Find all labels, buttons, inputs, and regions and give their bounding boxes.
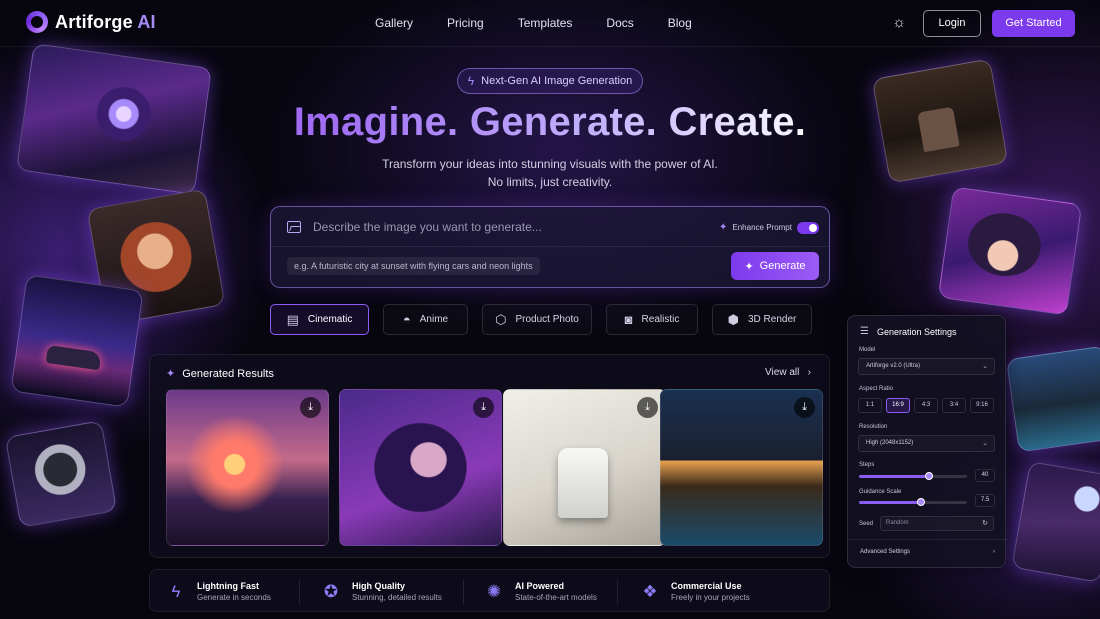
aspect-ratio-4-3[interactable]: 4:3 (914, 398, 938, 413)
login-button[interactable]: Login (923, 10, 981, 37)
hero-badge: ϟ Next-Gen AI Image Generation (457, 68, 643, 94)
license-icon: ❖ (642, 581, 658, 601)
sparkle-icon: ✦ (744, 260, 754, 273)
nav-link-blog[interactable]: Blog (668, 16, 692, 30)
style-chip-anime[interactable]: ◓ Anime (383, 304, 468, 335)
prompt-input[interactable] (313, 218, 673, 236)
feature-divider (617, 580, 618, 604)
get-started-button[interactable]: Get Started (992, 10, 1075, 37)
results-title: ✦ Generated Results (166, 367, 274, 381)
floating-image-house (1005, 345, 1100, 453)
steps-slider-fill (859, 475, 930, 478)
aspect-ratio-3-4[interactable]: 3:4 (942, 398, 966, 413)
hero-subtitle: Transform your ideas into stunning visua… (382, 157, 718, 189)
clapperboard-icon: ▤ (286, 311, 299, 327)
sparkle-icon: ✦ (166, 368, 176, 380)
features-bar: ϟ Lightning Fast Generate in seconds ✪ H… (149, 569, 830, 612)
guidance-slider-handle[interactable] (916, 498, 925, 506)
floating-image-anime-girl (937, 186, 1083, 316)
chevron-right-icon: › (993, 549, 995, 555)
settings-divider (848, 539, 1007, 540)
nav-links: Gallery Pricing Templates Docs Blog (375, 16, 726, 30)
seed-input[interactable]: Random ↻ (880, 516, 994, 531)
style-chip-realistic[interactable]: ◙ Realistic (606, 304, 698, 335)
nav-link-pricing[interactable]: Pricing (447, 16, 484, 30)
steps-value[interactable]: 40 (975, 469, 995, 482)
image-icon (287, 221, 301, 233)
style-chip-3d-render[interactable]: ⬢ 3D Render (712, 304, 812, 335)
chevron-right-icon: › (802, 367, 811, 378)
nav-link-templates[interactable]: Templates (518, 16, 573, 30)
download-icon[interactable]: ⤓ (473, 397, 494, 418)
result-image-house[interactable]: ⤓ (660, 389, 823, 546)
resolution-select[interactable]: High (2048x1152) ⌄ (858, 435, 995, 452)
quality-icon: ✪ (323, 581, 339, 601)
logo-icon (26, 11, 48, 33)
top-navbar: Artiforge AI Gallery Pricing Templates D… (0, 0, 1100, 47)
feature-commercial-use: ❖ Commercial Use Freely in your projects (640, 570, 749, 613)
chevron-down-icon: ⌄ (982, 440, 988, 447)
feature-lightning-fast: ϟ Lightning Fast Generate in seconds (166, 570, 271, 613)
sparkle-icon: ✦ (719, 222, 728, 233)
download-icon[interactable]: ⤓ (637, 397, 658, 418)
nav-link-gallery[interactable]: Gallery (375, 16, 413, 30)
nav-link-docs[interactable]: Docs (606, 16, 633, 30)
style-chip-cinematic[interactable]: ▤ Cinematic (270, 304, 369, 335)
floating-image-neon-car (10, 274, 144, 408)
download-icon[interactable]: ⤓ (794, 397, 815, 418)
view-all-link[interactable]: View all › (765, 367, 811, 378)
chevron-down-icon: ⌄ (982, 363, 988, 370)
bolt-icon: ϟ (171, 581, 181, 601)
generate-button[interactable]: ✦ Generate (731, 252, 819, 280)
floating-image-astronaut (4, 420, 118, 528)
aspect-ratio-label: Aspect Ratio (859, 386, 894, 392)
guidance-scale-value[interactable]: 7.5 (975, 494, 995, 507)
download-icon[interactable]: ⤓ (300, 397, 321, 418)
enhance-prompt-toggle[interactable] (797, 222, 819, 234)
brand-name: Artiforge AI (55, 11, 156, 32)
guidance-scale-slider[interactable] (859, 498, 967, 506)
model-label: Model (859, 347, 876, 353)
result-image-city[interactable]: ⤓ (166, 389, 329, 546)
style-chip-product-photo[interactable]: ⬡ Product Photo (482, 304, 592, 335)
enhance-prompt-label: ✦ Enhance Prompt (719, 222, 792, 233)
brand-logo[interactable]: Artiforge AI (26, 11, 156, 33)
result-image-portrait[interactable]: ⤓ (339, 389, 502, 546)
aspect-ratio-9-16[interactable]: 9:16 (970, 398, 994, 413)
feature-divider (299, 580, 300, 604)
hero-title: Imagine. Generate. Create. (0, 100, 1100, 145)
feature-divider (463, 580, 464, 604)
feature-ai-powered: ✺ AI Powered State-of-the-art models (484, 570, 597, 613)
steps-label: Steps (859, 462, 875, 468)
steps-slider[interactable] (859, 472, 967, 480)
sun-icon[interactable]: ☼ (890, 14, 908, 32)
aspect-ratio-1-1[interactable]: 1:1 (858, 398, 882, 413)
resolution-label: Resolution (859, 424, 888, 430)
bolt-icon: ϟ (467, 74, 475, 88)
seed-label: Seed (859, 521, 874, 527)
guidance-slider-fill (859, 501, 921, 504)
guidance-scale-label: Guidance Scale (859, 489, 902, 495)
sliders-icon: ☰ (860, 326, 869, 337)
example-prompt-chip[interactable]: e.g. A futuristic city at sunset with fl… (287, 257, 540, 275)
model-select[interactable]: Artiforge v2.0 (Ultra) ⌄ (858, 358, 995, 375)
mask-icon: ◓ (402, 312, 411, 327)
cube-icon: ⬢ (727, 311, 739, 327)
camera-icon: ◙ (624, 312, 633, 327)
floating-image-spaceship (1011, 461, 1100, 583)
result-image-product[interactable]: ⤓ (503, 389, 666, 546)
advanced-settings-toggle[interactable]: Advanced Settings › (860, 549, 995, 555)
feature-high-quality: ✪ High Quality Stunning, detailed result… (321, 570, 442, 613)
generated-results-panel: ✦ Generated Results View all › ⤓ ⤓ ⤓ ⤓ (149, 354, 830, 558)
aspect-ratio-options: 1:1 16:9 4:3 3:4 9:16 (858, 398, 994, 413)
prompt-box: ✦ Enhance Prompt e.g. A futuristic city … (270, 206, 830, 288)
box-icon: ⬡ (495, 311, 507, 327)
chip-icon: ✺ (486, 581, 502, 601)
prompt-divider (271, 246, 829, 247)
refresh-icon[interactable]: ↻ (982, 517, 988, 530)
style-chips: ▤ Cinematic ◓ Anime ⬡ Product Photo ◙ Re… (270, 304, 812, 335)
settings-header: ☰ Generation Settings (860, 326, 957, 337)
aspect-ratio-16-9[interactable]: 16:9 (886, 398, 910, 413)
